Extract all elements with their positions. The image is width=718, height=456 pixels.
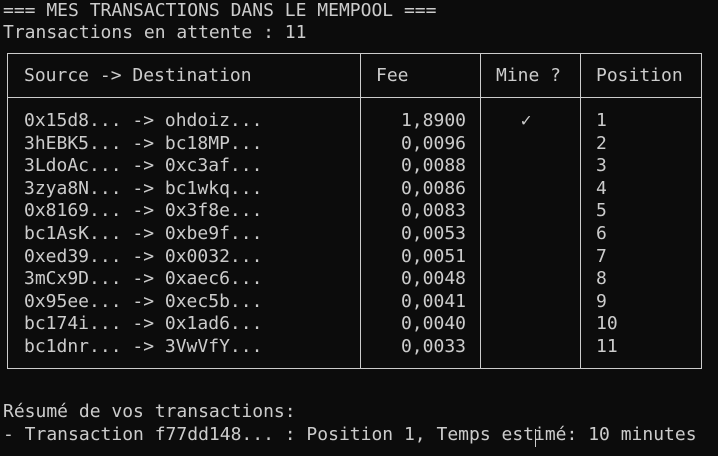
- row-position: 1: [596, 110, 607, 131]
- header-fee: Fee: [376, 65, 409, 86]
- mempool-title: === MES TRANSACTIONS DANS LE MEMPOOL ===: [3, 0, 437, 21]
- row-route: 0x8169... -> 0x3f8e...: [24, 200, 263, 222]
- row-route: bc174i... -> 0x1ad6...: [24, 313, 263, 335]
- row-mine: [516, 291, 536, 314]
- column-divider: [360, 54, 361, 368]
- header-position: Position: [596, 65, 683, 86]
- row-route: bc1AsK... -> 0xbe9f...: [24, 223, 263, 244]
- transactions-table: Source -> Destination Fee Mine ? Positio…: [7, 53, 702, 369]
- row-position: 2: [596, 132, 607, 154]
- row-route: 3mCx9D... -> 0xaec6...: [24, 268, 263, 290]
- column-divider: [580, 54, 581, 368]
- summary-line: - Transaction f77dd148... : Position 1, …: [3, 424, 697, 445]
- row-fee: 0,0088: [400, 155, 466, 177]
- header-divider: [8, 97, 701, 98]
- row-route: 3LdoAc... -> 0xc3af...: [24, 155, 263, 177]
- row-fee: 0,0096: [400, 132, 466, 154]
- row-fee: 0,0051: [400, 245, 466, 267]
- row-route: 3hEBK5... -> bc18MP...: [24, 132, 263, 154]
- row-position: 10: [596, 313, 618, 335]
- header-mine: Mine ?: [496, 65, 562, 86]
- row-mine: [516, 178, 536, 201]
- row-route: bc1dnr... -> 3VwVfY...: [24, 336, 263, 357]
- row-fee: 0,0033: [400, 336, 466, 357]
- text-cursor: [535, 429, 536, 447]
- row-position: 4: [596, 177, 607, 199]
- row-fee: 0,0086: [400, 177, 466, 199]
- row-route: 0x15d8... -> ohdoiz...: [24, 110, 263, 131]
- row-route: 0x95ee... -> 0xec5b...: [24, 290, 263, 312]
- row-fee: 0,0083: [400, 200, 466, 222]
- column-divider: [480, 54, 481, 368]
- mine-check-icon: ✓: [520, 110, 532, 131]
- header-route: Source -> Destination: [24, 65, 252, 86]
- row-mine: [516, 336, 536, 359]
- row-position: 8: [596, 268, 607, 290]
- row-position: 9: [596, 290, 607, 312]
- row-mine: [516, 246, 536, 269]
- row-position: 3: [596, 155, 607, 177]
- row-position: 6: [596, 223, 607, 244]
- row-mine: [516, 200, 536, 223]
- row-fee: 0,0041: [400, 290, 466, 312]
- pending-count: Transactions en attente : 11: [3, 22, 307, 43]
- row-fee: 0,0048: [400, 268, 466, 290]
- terminal-window: === MES TRANSACTIONS DANS LE MEMPOOL ===…: [0, 0, 718, 456]
- row-position: 7: [596, 245, 607, 267]
- row-route: 0xed39... -> 0x0032...: [24, 245, 263, 267]
- row-mine: [516, 133, 536, 156]
- row-fee: 0,0053: [400, 223, 466, 244]
- row-position: 5: [596, 200, 607, 222]
- summary-title: Résumé de vos transactions:: [3, 401, 296, 422]
- row-fee: 1,8900: [400, 110, 466, 131]
- row-route: 3zya8N... -> bc1wkq...: [24, 177, 263, 199]
- row-mine: [516, 268, 536, 291]
- row-position: 11: [596, 336, 618, 357]
- row-fee: 0,0040: [400, 313, 466, 335]
- row-mine: [516, 313, 536, 336]
- row-mine: [516, 155, 536, 178]
- row-mine: [516, 223, 536, 246]
